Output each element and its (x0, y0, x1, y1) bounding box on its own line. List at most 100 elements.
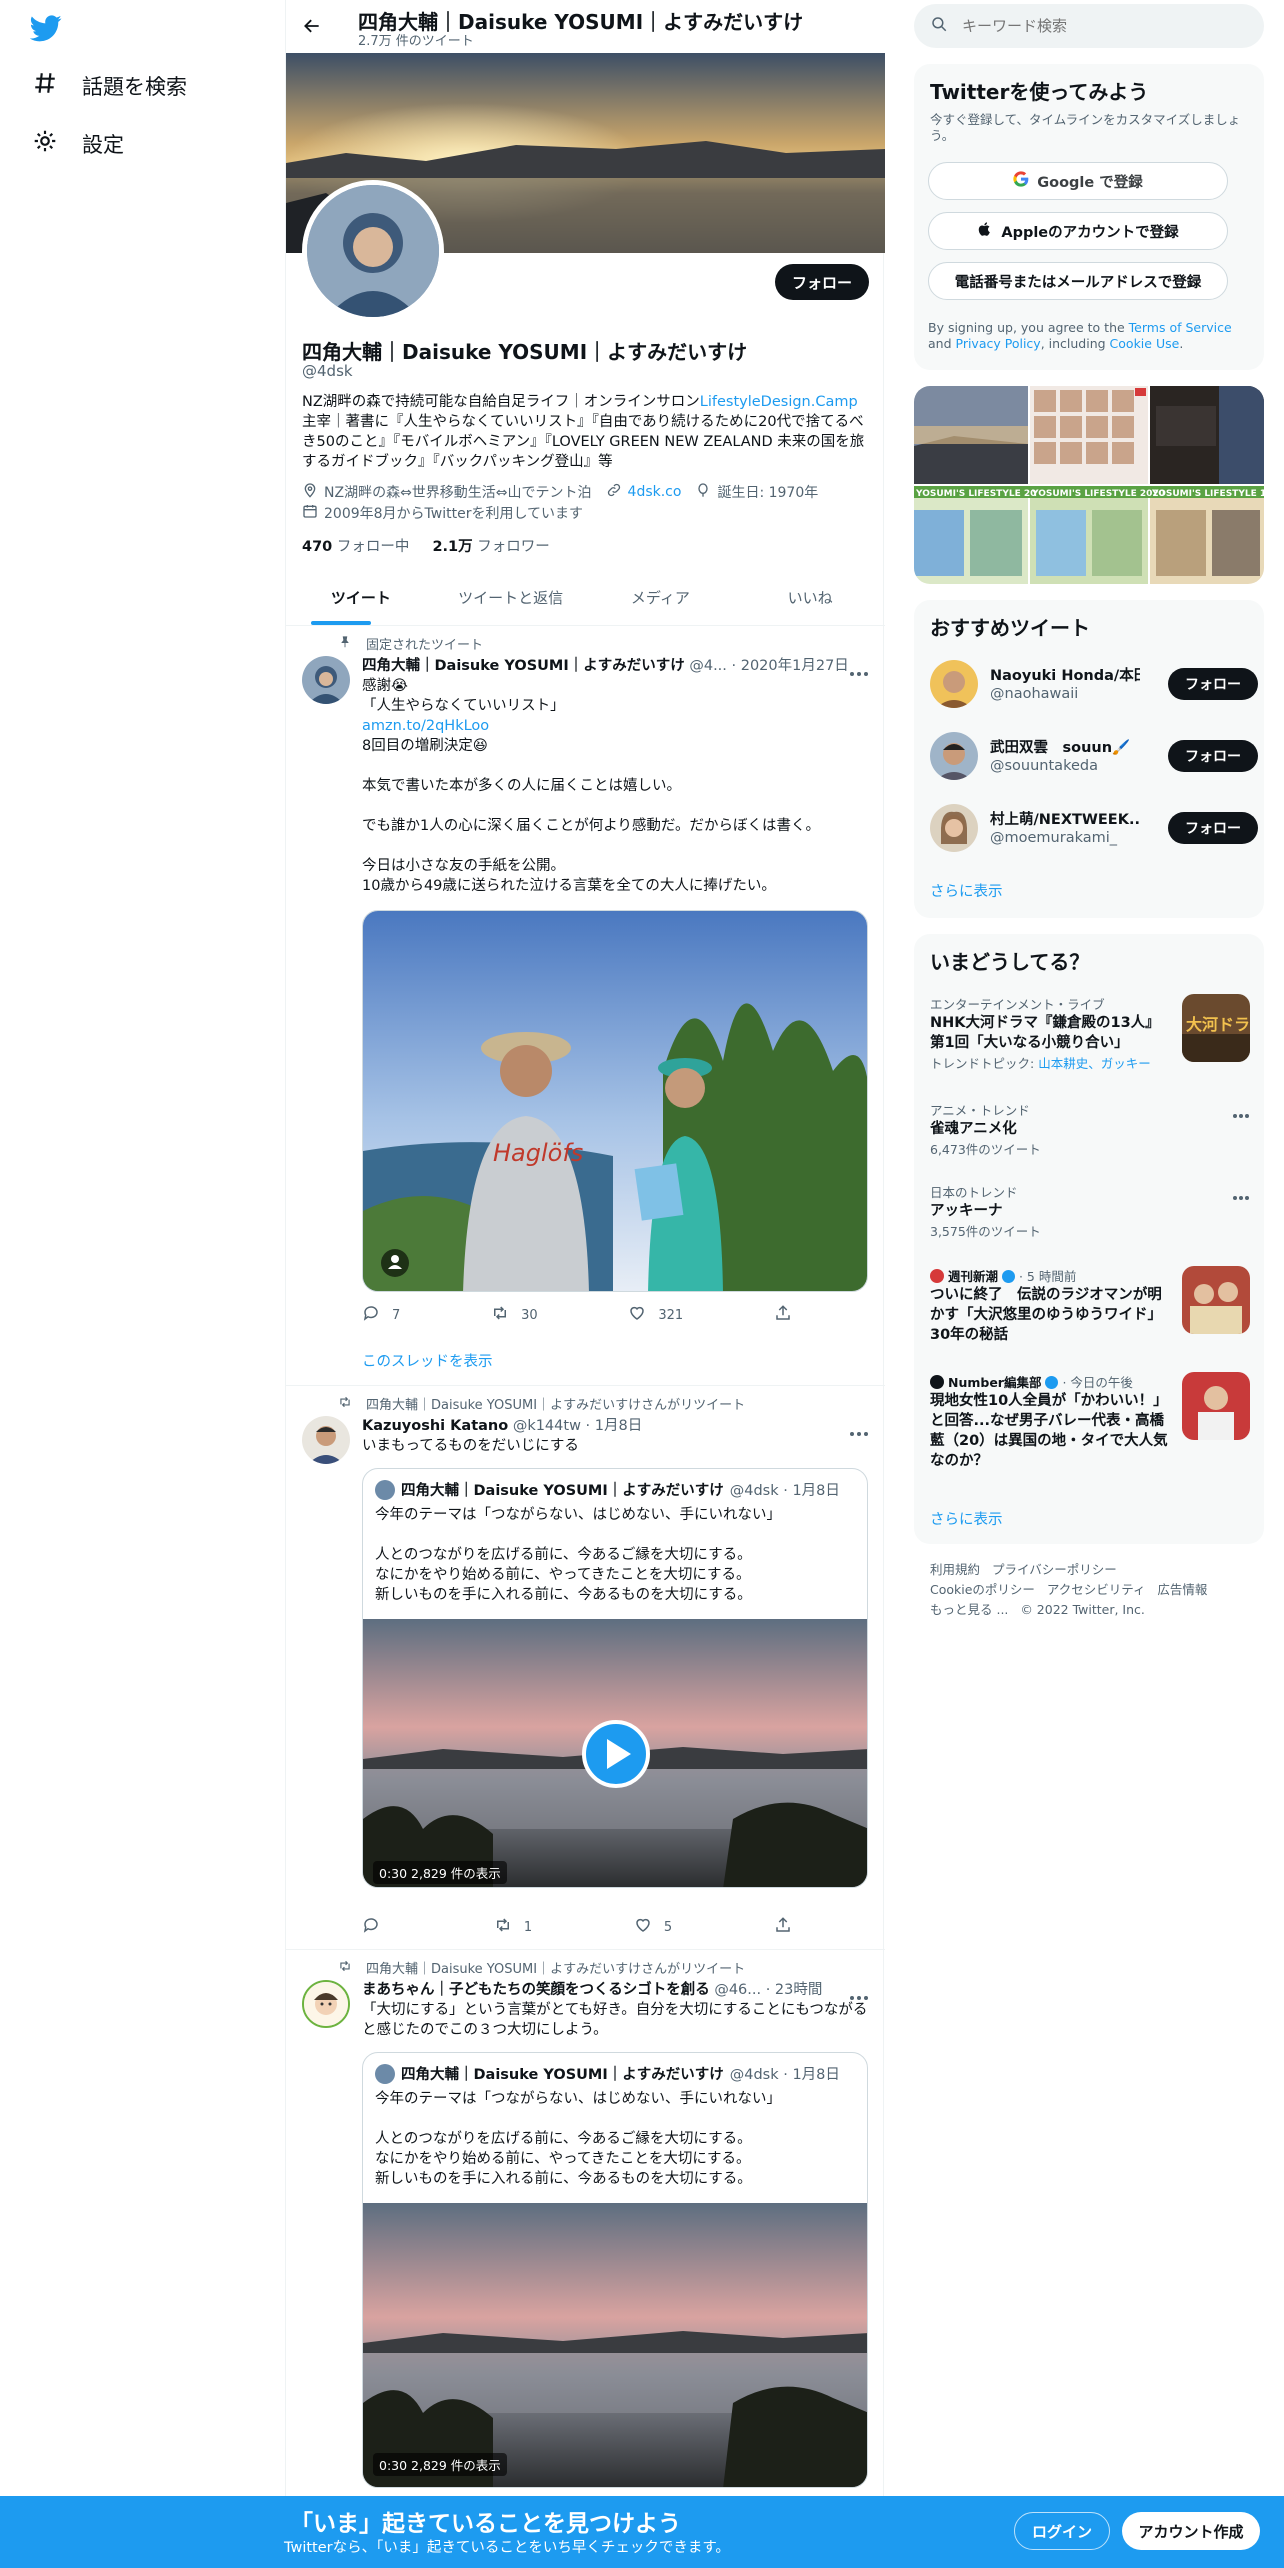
avatar[interactable] (302, 656, 350, 704)
profile-joined: 2009年8月からTwitterを利用しています (324, 506, 584, 522)
tweet-retweet-2[interactable]: 四角大輔｜Daisuke YOSUMI｜よすみだいすけさんがリツイート まあちゃ… (286, 1950, 885, 2496)
quote-author-name: 四角大輔｜Daisuke YOSUMI｜よすみだいすけ (401, 1483, 724, 1499)
tweet-author-name[interactable]: Kazuyoshi Katano (362, 1418, 508, 1434)
trend-item[interactable]: アニメ・トレンド 雀魂アニメ化 6,473件のツイート (930, 1100, 1250, 1157)
tweet-author-name[interactable]: まあちゃん｜子どもたちの笑顔をつくるシゴトを創る (362, 1982, 710, 1998)
profile-joined-row: 2009年8月からTwitterを利用しています (302, 503, 583, 523)
footer-link-terms[interactable]: 利用規約 (930, 1562, 980, 1577)
tweet-link[interactable]: amzn.to/2qHkLoo (362, 718, 489, 734)
tweet-handle-time[interactable]: @k144tw · 1月8日 (513, 1418, 642, 1434)
retweet-context-label[interactable]: 四角大輔｜Daisuke YOSUMI｜よすみだいすけさんがリツイート (366, 1394, 745, 1413)
following-link[interactable]: 470 フォロー中 (302, 539, 409, 555)
quote-video[interactable]: 0:30 2,829 件の表示 (363, 2203, 867, 2487)
privacy-link[interactable]: Privacy Policy (956, 336, 1041, 351)
login-prompt-subtext: Twitterなら、「いま」起きていることをいち早くチェックできます。 (284, 2540, 730, 2556)
news-item[interactable]: Number編集部 · 今日の午後 現地女性10人全員が「かわいい！」と回答..… (930, 1372, 1250, 1482)
follow-button[interactable]: フォロー (1168, 668, 1258, 700)
recommended-user[interactable]: 村上萌/NEXTWEEK... @moemurakami_ フォロー (930, 800, 1258, 860)
footer-link-cookie[interactable]: Cookieのポリシー (930, 1582, 1035, 1597)
more-icon[interactable] (1232, 1186, 1250, 1205)
more-icon[interactable] (849, 1986, 869, 2000)
quote-text: 今年のテーマは「つながらない、はじめない、手にいれない」 人とのつながりを広げる… (375, 2091, 781, 2187)
nav-settings[interactable]: 設定 (32, 128, 124, 159)
cookie-link[interactable]: Cookie Use (1110, 336, 1180, 351)
trend-meta-label: トレンドトピック: (930, 1056, 1039, 1071)
login-prompt-headline: 「いま」起きていることを見つけよう (290, 2511, 681, 2537)
footer-link-privacy[interactable]: プライバシーポリシー (992, 1562, 1117, 1577)
tweet-actions: 1 5 (362, 1916, 792, 1938)
tweet-retweet-1[interactable]: 四角大輔｜Daisuke YOSUMI｜よすみだいすけさんがリツイート Kazu… (286, 1386, 885, 1950)
terms-pre: By signing up, you agree to the (928, 320, 1129, 335)
trend-item[interactable]: エンターテインメント・ライブ NHK大河ドラマ『鎌倉殿の13人』第1回「大いなる… (930, 994, 1250, 1074)
tab-media[interactable]: メディア (586, 570, 736, 625)
footer-link-ads[interactable]: 広告情報 (1157, 1582, 1207, 1597)
avatar[interactable] (302, 1416, 350, 1464)
twitter-logo-icon[interactable] (29, 12, 62, 48)
quoted-tweet[interactable]: 四角大輔｜Daisuke YOSUMI｜よすみだいすけ @4dsk · 1月8日 … (362, 1468, 868, 1888)
signup-button[interactable]: アカウント作成 (1122, 2512, 1260, 2550)
nav-explore-label: 話題を検索 (82, 74, 187, 99)
news-item[interactable]: 週刊新潮 · 5 時間前 ついに終了 伝説のラジオマンが明かす「大沢悠里のゆうゆ… (930, 1266, 1250, 1356)
retweet-icon (338, 1395, 352, 1413)
tweet-pinned[interactable]: 固定されたツイート 四角大輔｜Daisuke YOSUMI｜よすみだいすけ @4… (286, 626, 885, 1386)
login-button[interactable]: ログイン (1014, 2512, 1110, 2550)
recommended-user[interactable]: Naoyuki Honda/本田... @naohawaii フォロー (930, 656, 1258, 716)
recommended-user-handle: @naohawaii (990, 686, 1079, 702)
tab-likes[interactable]: いいね (735, 570, 885, 625)
share-button[interactable] (774, 1916, 792, 1938)
show-thread-link[interactable]: このスレッドを表示 (362, 1350, 493, 1371)
footer-link-more[interactable]: もっと見る ... (930, 1602, 1008, 1617)
tweet-handle-time[interactable]: @4... · 2020年1月27日 (689, 658, 848, 674)
tweet-author-name[interactable]: 四角大輔｜Daisuke YOSUMI｜よすみだいすけ (362, 658, 685, 674)
apple-signup-button[interactable]: Appleのアカウントで登録 (928, 212, 1228, 250)
trend-topic-links[interactable]: 山本耕史、ガッキー (1038, 1056, 1151, 1071)
svg-text:大河ドラ: 大河ドラ (1186, 1015, 1250, 1034)
recommended-user[interactable]: 武田双雲 souun🖌️ @souuntakeda フォロー (930, 728, 1258, 788)
google-signup-button[interactable]: Google で登録 (928, 162, 1228, 200)
share-button[interactable] (774, 1304, 792, 1326)
search-input[interactable] (962, 17, 1222, 35)
profile-media-grid[interactable]: YOSUMI'S LIFESTYLE 20 YOSUMI'S LIFESTYLE… (914, 386, 1264, 584)
follow-button[interactable]: フォロー (775, 264, 869, 300)
profile-avatar[interactable] (302, 180, 444, 322)
retweet-count: 30 (521, 1307, 538, 1323)
retweet-context-label[interactable]: 四角大輔｜Daisuke YOSUMI｜よすみだいすけさんがリツイート (366, 1958, 745, 1977)
tweet-handle-time[interactable]: @46... · 23時間 (714, 1982, 822, 1998)
more-icon[interactable] (849, 1422, 869, 1436)
phone-email-signup-button[interactable]: 電話番号またはメールアドレスで登録 (928, 262, 1228, 300)
quote-video[interactable]: 0:30 2,829 件の表示 (363, 1619, 867, 1887)
reply-button[interactable] (362, 1916, 392, 1938)
profile-tabs: ツイート ツイートと返信 メディア いいね (286, 570, 885, 626)
retweet-button[interactable]: 1 (494, 1916, 532, 1938)
avatar[interactable] (302, 1980, 350, 2028)
news-source: 週刊新潮 (947, 1269, 998, 1284)
more-icon[interactable] (1232, 1104, 1250, 1123)
back-arrow-icon[interactable] (302, 16, 322, 36)
followers-link[interactable]: 2.1万 フォロワー (432, 539, 549, 555)
show-more-link[interactable]: さらに表示 (930, 1508, 1003, 1529)
quoted-tweet[interactable]: 四角大輔｜Daisuke YOSUMI｜よすみだいすけ @4dsk · 1月8日 … (362, 2052, 868, 2488)
retweet-button[interactable]: 30 (491, 1304, 538, 1326)
reply-button[interactable]: 7 (362, 1304, 400, 1326)
tweet-photo[interactable]: Haglöfs (362, 910, 868, 1292)
quote-header: 四角大輔｜Daisuke YOSUMI｜よすみだいすけ @4dsk · 1月8日 (375, 1479, 840, 1500)
bio-text: NZ湖畔の森で持続可能な自給自足ライフ｜オンラインサロン (302, 394, 700, 410)
like-button[interactable]: 5 (634, 1916, 672, 1938)
show-more-link[interactable]: さらに表示 (930, 880, 1003, 901)
more-icon[interactable] (849, 662, 869, 676)
profile-website[interactable]: 4dsk.co (628, 484, 682, 500)
tab-tweets[interactable]: ツイート (286, 570, 436, 625)
trend-meta: 3,575件のツイート (930, 1224, 1041, 1239)
bio-link[interactable]: LifestyleDesign.Camp (700, 394, 858, 410)
terms-link[interactable]: Terms of Service (1129, 320, 1232, 335)
search-box[interactable] (914, 4, 1264, 48)
nav-explore[interactable]: 話題を検索 (32, 70, 187, 101)
login-prompt-bar: 「いま」起きていることを見つけよう Twitterなら、「いま」起きていることを… (0, 2496, 1284, 2568)
footer-link-accessibility[interactable]: アクセシビリティ (1047, 1582, 1146, 1597)
follow-button[interactable]: フォロー (1168, 812, 1258, 844)
tab-tweets-replies[interactable]: ツイートと返信 (436, 570, 586, 625)
tweet-header: Kazuyoshi Katano @k144tw · 1月8日 (362, 1414, 642, 1435)
follow-button[interactable]: フォロー (1168, 740, 1258, 772)
trend-item[interactable]: 日本のトレンド アッキーナ 3,575件のツイート (930, 1182, 1250, 1239)
like-button[interactable]: 321 (628, 1304, 683, 1326)
